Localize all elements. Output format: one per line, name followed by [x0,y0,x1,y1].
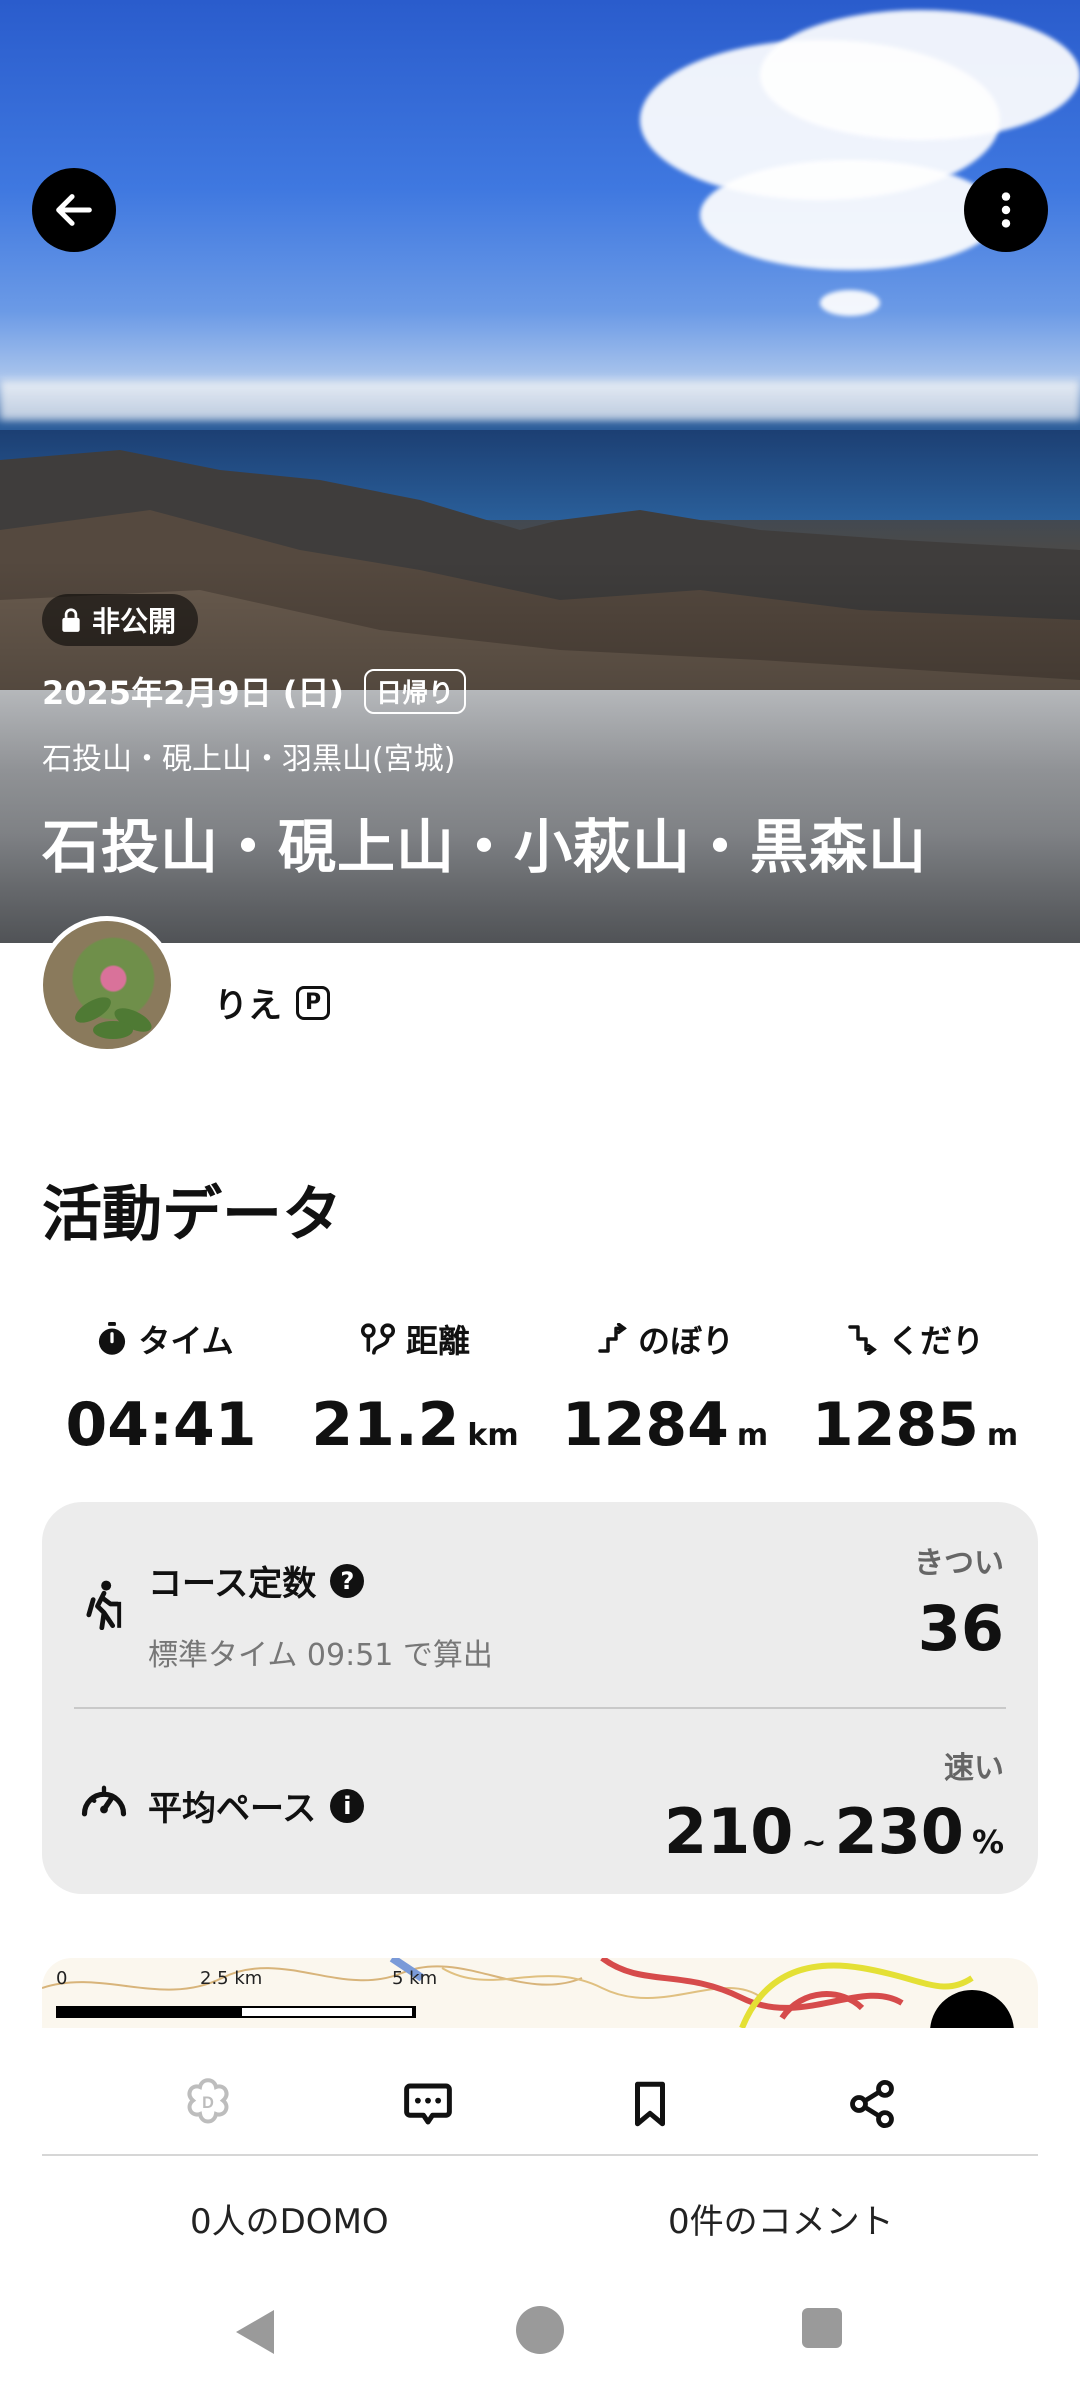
pace-min: 210 [663,1795,794,1868]
privacy-label: 非公開 [92,605,177,638]
descent-icon [848,1325,877,1355]
share-button[interactable] [832,2064,912,2144]
domo-button[interactable]: D [168,2064,248,2144]
course-constant-row[interactable]: コース定数 ? 標準タイム 09:51 で算出 きつい 36 [42,1502,1038,1707]
trip-type-badge: 日帰り [364,668,467,714]
route-map[interactable]: 0 2.5 km 5 km [42,1958,1038,2028]
stat-distance: 距離 21.2 km [290,1316,540,1460]
bookmark-button[interactable] [610,2064,690,2144]
stat-ascent: のぼり 1284 m [540,1316,790,1460]
comment-count[interactable]: 0件のコメント [668,2194,894,2243]
pace-rating: 速い [944,1751,1004,1786]
domo-flower-icon: D [187,2078,229,2124]
stat-unit: m [736,1418,769,1453]
help-icon[interactable]: ? [330,1563,365,1598]
system-navigation-bar [0,2260,1080,2400]
more-vertical-icon [1001,192,1011,228]
course-stats-card: コース定数 ? 標準タイム 09:51 で算出 きつい 36 平均ペース i 速… [42,1502,1038,1894]
map-scale-bar [56,2006,416,2018]
avatar[interactable] [38,916,176,1054]
user-row[interactable]: りえ P [214,978,330,1027]
back-button[interactable] [32,168,116,252]
share-icon [850,2079,894,2129]
domo-count[interactable]: 0人のDOMO [190,2194,389,2243]
stat-value: 1284 [561,1390,729,1460]
cloud [700,160,1000,270]
stat-time: タイム 04:41 [40,1316,290,1460]
course-constant-sub: 標準タイム 09:51 で算出 [148,1638,493,1673]
bottom-action-bar: D 0人のDOMO 0件のコメント [0,2028,1080,2260]
scale-label-2-5: 2.5 km [200,1968,263,1989]
stat-label: くだり [887,1322,984,1360]
stat-label: のぼり [637,1322,734,1360]
date-row: 2025年2月9日 (日) 日帰り [42,668,467,714]
divider [42,2154,1038,2156]
lock-icon [62,608,80,632]
stat-unit: m [986,1418,1019,1453]
cloud [760,10,1080,140]
stats-row: タイム 04:41 距離 21.2 km のぼり 1284 m くだり 1285… [0,1316,1080,1460]
stat-label: 距離 [405,1322,470,1360]
info-icon[interactable]: i [330,1788,365,1823]
user-name[interactable]: りえ [214,978,282,1027]
nav-back-icon[interactable] [236,2310,274,2354]
mountain-area[interactable]: 石投山・硯上山・羽黒山(宮城) [42,734,455,778]
pace-separator: ~ [801,1826,827,1861]
comment-icon [404,2083,452,2125]
scale-label-0: 0 [56,1968,68,1989]
pace-unit: % [971,1823,1004,1861]
course-constant-value: 36 [917,1592,1004,1665]
bookmark-icon [635,2081,665,2127]
course-rating: きつい [914,1546,1004,1581]
stat-label: タイム [138,1322,234,1360]
more-options-button[interactable] [964,168,1048,252]
scale-label-5: 5 km [392,1968,438,1989]
route-icon [360,1323,396,1355]
speedometer-icon [81,1785,127,1817]
stopwatch-icon [99,1322,126,1355]
comment-button[interactable] [388,2064,468,2144]
pace-range: 210 ~ 230 % [664,1795,1004,1868]
premium-badge: P [296,985,330,1020]
activity-date: 2025年2月9日 (日) [42,674,344,712]
stat-value: 21.2 [311,1390,460,1460]
average-pace-label: 平均ペース [148,1789,317,1829]
stat-unit: km [467,1418,519,1453]
hiker-icon [86,1580,122,1630]
svg-text:D: D [202,2094,214,2112]
activity-title: 石投山・硯上山・小萩山・黒森山 [42,813,928,881]
nav-recents-icon[interactable] [802,2308,842,2348]
course-constant-label: コース定数 [148,1564,317,1604]
privacy-badge: 非公開 [42,594,199,646]
stat-descent: くだり 1285 m [790,1316,1040,1460]
arrow-left-icon [56,194,92,226]
ascent-icon [598,1323,627,1353]
cloud [820,290,880,316]
section-title-activity: 活動データ [42,1180,342,1250]
nav-home-icon[interactable] [516,2306,564,2354]
stat-value: 1285 [811,1390,979,1460]
average-pace-row[interactable]: 平均ペース i 速い 210 ~ 230 % [42,1709,1038,1894]
horizon-clouds [0,380,1080,420]
stat-value: 04:41 [65,1390,257,1460]
pace-max: 230 [834,1795,964,1868]
